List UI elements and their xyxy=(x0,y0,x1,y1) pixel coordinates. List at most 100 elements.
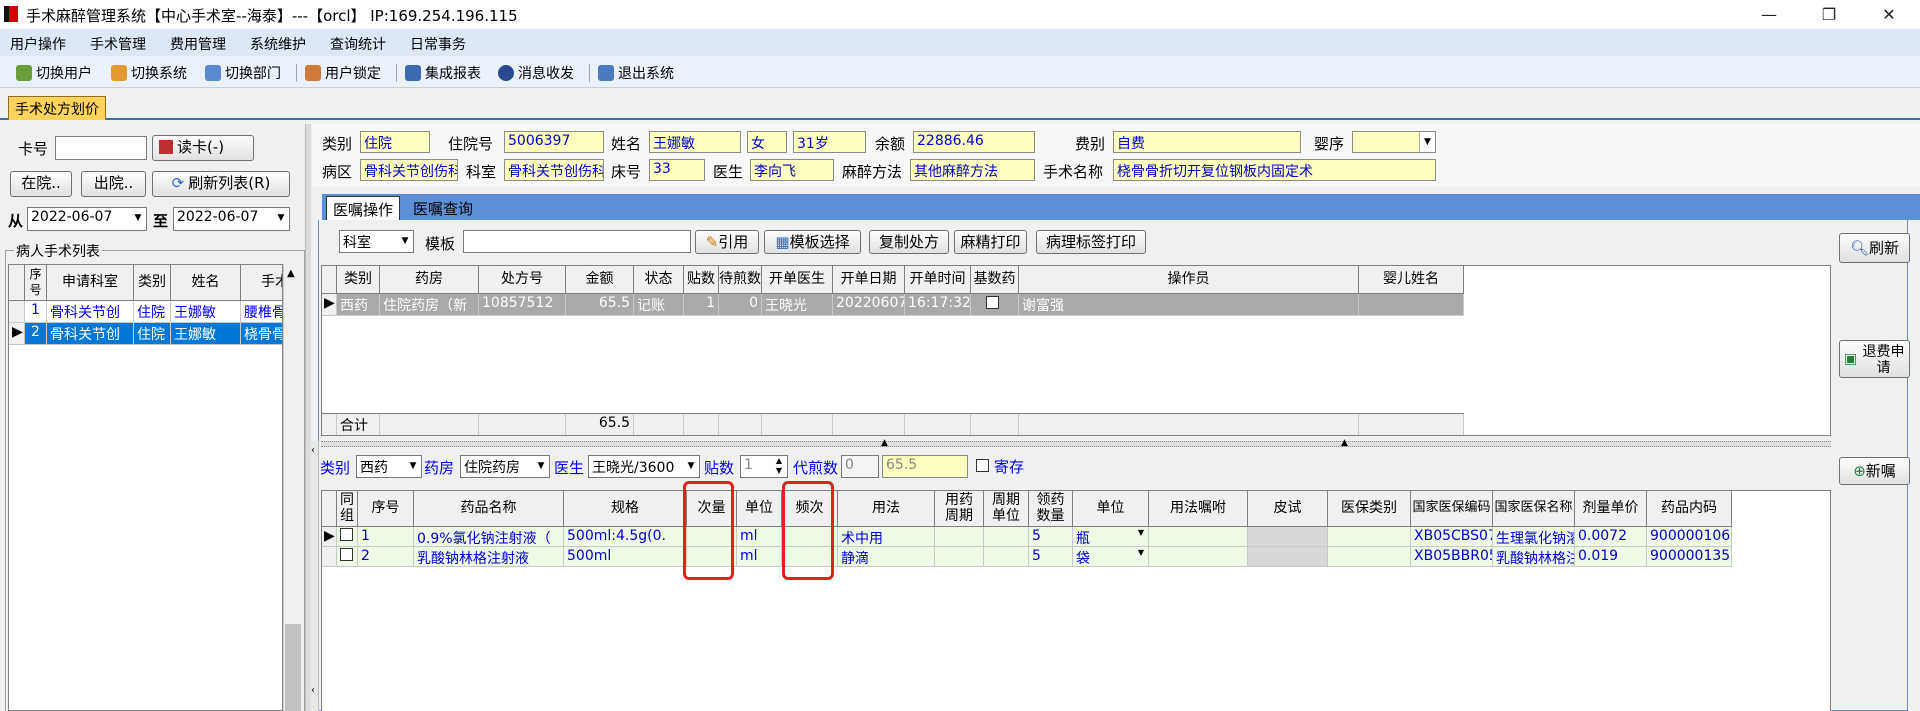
base-drug-checkbox[interactable] xyxy=(986,296,999,309)
cell-status: 记账 xyxy=(634,294,684,316)
card-input[interactable] xyxy=(55,136,147,160)
type-field[interactable]: 住院 xyxy=(360,131,430,153)
name-label: 姓名 xyxy=(611,135,642,153)
anesthesia-print-button[interactable]: 麻精打印 xyxy=(954,230,1027,254)
close-button[interactable]: ✕ xyxy=(1866,0,1912,29)
name-field[interactable]: 王娜敏 xyxy=(649,131,741,153)
refresh-list-button[interactable]: ⟳ 刷新列表(R) xyxy=(152,171,290,197)
cell-usage: 术中用 xyxy=(838,527,935,547)
cell-unit: ml xyxy=(737,527,782,547)
chevron-down-icon[interactable]: ▼ xyxy=(130,208,146,230)
minimize-button[interactable]: — xyxy=(1746,0,1792,29)
fee-type-field[interactable]: 自费 xyxy=(1113,131,1301,153)
horizontal-splitter[interactable]: ▲ ▲ xyxy=(321,438,1831,448)
chevron-down-icon[interactable]: ▼ xyxy=(405,456,421,477)
menu-maintenance[interactable]: 系统维护 xyxy=(250,34,306,54)
collapse-up-icon[interactable]: ▲ xyxy=(881,438,888,448)
menu-surgery[interactable]: 手术管理 xyxy=(90,34,146,54)
exit-button[interactable]: 退出系统 xyxy=(598,63,674,83)
table-row-selected[interactable]: ▶ 2 骨科关节创 住院 王娜敏 桡骨骨 xyxy=(9,323,282,345)
chevron-down-icon[interactable]: ▼ xyxy=(397,231,413,252)
from-date-picker[interactable]: 2022-06-07 ▼ xyxy=(27,207,147,231)
consign-checkbox[interactable] xyxy=(976,459,989,472)
pathology-print-button[interactable]: 病理标签打印 xyxy=(1036,230,1146,254)
menu-daily[interactable]: 日常事务 xyxy=(410,34,466,54)
refresh-button[interactable]: 🔍︎刷新 xyxy=(1839,233,1910,263)
cell-skin-test xyxy=(1248,527,1328,547)
age-field[interactable]: 31岁 xyxy=(793,131,866,153)
table-row[interactable]: 1 骨科关节创 住院 王娜敏 腰椎骨 xyxy=(9,301,282,323)
patient-list-scrollbar[interactable]: ▲ xyxy=(283,264,301,711)
inpatient-no-field[interactable]: 5006397 xyxy=(504,131,604,153)
new-order-button[interactable]: ⊕新嘱 xyxy=(1839,457,1910,485)
menu-fees[interactable]: 费用管理 xyxy=(170,34,226,54)
switch-dept-button[interactable]: 切换部门 xyxy=(205,63,281,83)
cell-pack-unit[interactable]: 袋 ▼ xyxy=(1073,547,1149,567)
detail-type-select[interactable]: 西药 ▼ xyxy=(356,455,422,478)
total-blank xyxy=(634,414,684,435)
messages-button[interactable]: 消息收发 xyxy=(498,63,574,83)
switch-icon xyxy=(111,65,127,81)
spin-icon[interactable]: ▲ ▼ xyxy=(771,456,787,477)
lock-user-button[interactable]: 用户锁定 xyxy=(305,63,381,83)
quote-button[interactable]: ✎引用 xyxy=(695,230,759,254)
menu-user-ops[interactable]: 用户操作 xyxy=(10,34,66,54)
discharged-button[interactable]: 出院.. xyxy=(81,171,146,197)
infant-select[interactable]: ▼ xyxy=(1352,131,1436,153)
table-row[interactable]: 2 乳酸钠林格注射液 500ml ml 静滴 5 袋▼ XB05BBR057B … xyxy=(322,547,1732,567)
chevron-down-icon[interactable]: ▼ xyxy=(533,456,549,477)
anesthesia-field[interactable]: 其他麻醉方法 xyxy=(910,159,1035,181)
scroll-thumb[interactable] xyxy=(285,624,301,711)
detail-doctor-select[interactable]: 王晓光/3600 ▼ xyxy=(588,455,700,478)
template-select-button[interactable]: ▦模板选择 xyxy=(764,230,861,254)
in-hospital-button[interactable]: 在院.. xyxy=(10,171,72,197)
sex-field[interactable]: 女 xyxy=(747,131,787,153)
balance-field[interactable]: 22886.46 xyxy=(913,131,1035,153)
refund-request-button[interactable]: ▣ 退费申请 xyxy=(1839,340,1910,378)
restore-button[interactable]: ❐ xyxy=(1806,0,1852,29)
tab-order-query[interactable]: 医嘱查询 xyxy=(407,196,479,220)
bed-field[interactable]: 33 xyxy=(649,159,705,181)
menu-statistics[interactable]: 查询统计 xyxy=(330,34,386,54)
ward-field[interactable]: 骨科关节创伤科 xyxy=(360,159,458,181)
table-row-selected[interactable]: ▶ 西药 住院药房（新 10857512 65.5 记账 1 0 王晓光 202… xyxy=(322,294,1464,316)
scroll-up-icon[interactable]: ▲ xyxy=(287,268,295,279)
chevron-down-icon[interactable]: ▼ xyxy=(1419,132,1435,152)
detail-side-splitter[interactable]: ‹ ‹ xyxy=(311,441,319,711)
chevron-down-icon[interactable]: ▼ xyxy=(683,456,699,477)
template-input[interactable] xyxy=(463,230,691,253)
detail-pharmacy-select[interactable]: 住院药房 ▼ xyxy=(460,455,550,478)
read-card-button[interactable]: 读卡(-) xyxy=(152,135,254,161)
infant-label: 婴序 xyxy=(1314,135,1345,153)
tab-order-ops[interactable]: 医嘱操作 xyxy=(326,196,401,220)
cell-operator: 谢富强 xyxy=(1019,294,1359,316)
same-group-checkbox[interactable] xyxy=(340,528,353,541)
copy-prescription-button[interactable]: 复制处方 xyxy=(869,230,949,254)
cell-pack-unit[interactable]: 瓶 ▼ xyxy=(1073,527,1149,547)
collapse-left-icon[interactable]: ‹ xyxy=(311,445,315,456)
cell-insurance-name: 乳酸钠林格注 xyxy=(1493,547,1575,567)
same-group-checkbox[interactable] xyxy=(340,548,353,561)
chevron-down-icon[interactable]: ▼ xyxy=(273,208,289,230)
reports-button[interactable]: 集成报表 xyxy=(405,63,481,83)
to-date-picker[interactable]: 2022-06-07 ▼ xyxy=(173,207,290,231)
anesthesia-label: 麻醉方法 xyxy=(842,163,903,181)
collapse-left-icon[interactable]: ‹ xyxy=(311,685,315,696)
chevron-down-icon[interactable]: ▼ xyxy=(1138,548,1144,557)
toolbar-separator xyxy=(296,64,297,82)
detail-daijian-field[interactable]: 0 xyxy=(841,455,879,478)
doctor-field[interactable]: 李向飞 xyxy=(750,159,834,181)
surgery-name-field[interactable]: 桡骨骨折切开复位钢板内固定术 xyxy=(1113,159,1436,181)
chevron-down-icon[interactable]: ▼ xyxy=(1138,528,1144,537)
exit-icon xyxy=(598,65,614,81)
switch-system-button[interactable]: 切换系统 xyxy=(111,63,187,83)
cell-name: 王娜敏 xyxy=(171,301,241,323)
tab-surgery-prescription[interactable]: 手术处方划价 xyxy=(8,96,106,120)
dept-select[interactable]: 科室 ▼ xyxy=(339,230,414,253)
collapse-up-icon[interactable]: ▲ xyxy=(1341,438,1348,448)
detail-tie-stepper[interactable]: 1 ▲ ▼ xyxy=(740,455,788,478)
table-row[interactable]: ▶ 1 0.9%氯化钠注射液（ 500ml:4.5g(0. ml 术中用 5 瓶… xyxy=(322,527,1732,547)
dept-field[interactable]: 骨科关节创伤科 xyxy=(504,159,604,181)
row-indicator xyxy=(9,301,25,323)
switch-user-button[interactable]: 切换用户 xyxy=(16,63,92,83)
